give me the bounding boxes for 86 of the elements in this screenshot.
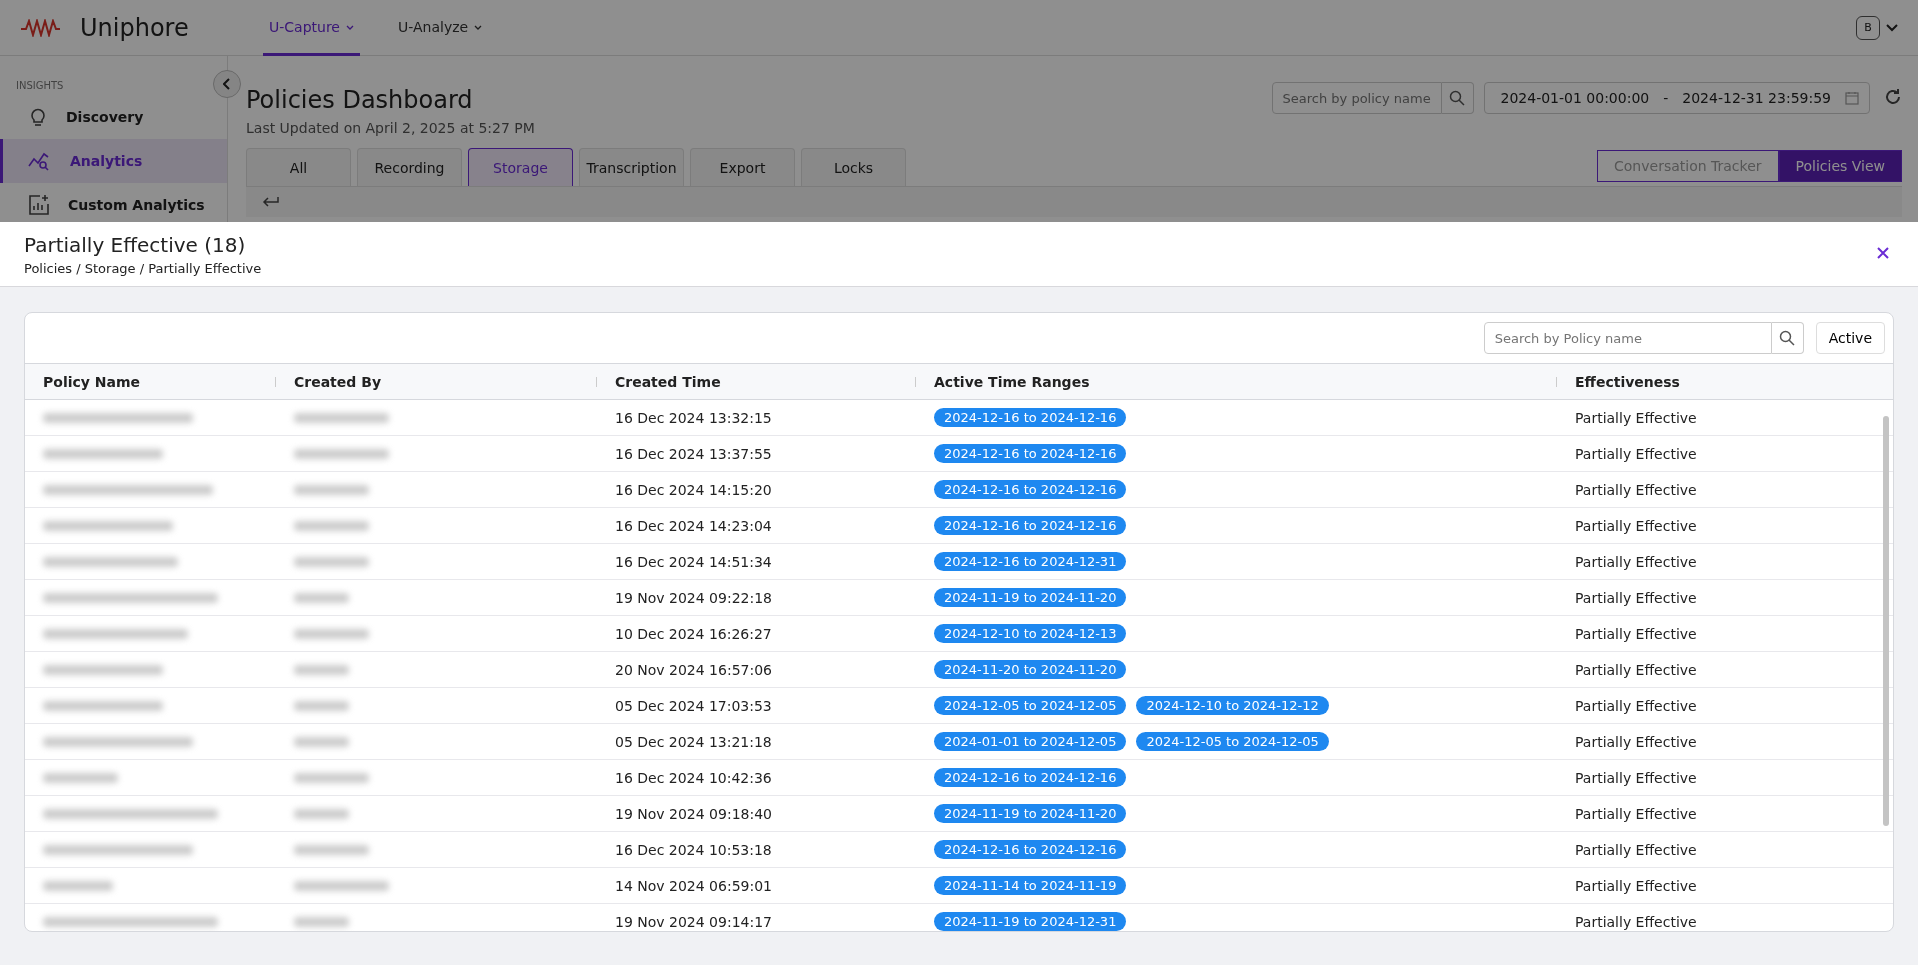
date-range-chip: 2024-12-16 to 2024-12-31	[934, 552, 1127, 571]
blurred-text	[294, 808, 349, 819]
category-tab[interactable]: Locks	[801, 148, 906, 186]
date-range-chip: 2024-12-16 to 2024-12-16	[934, 768, 1127, 787]
brand-name: Uniphore	[80, 13, 189, 42]
search-button[interactable]	[1771, 322, 1804, 354]
chevron-down-icon	[345, 24, 354, 30]
search-field[interactable]: Search by Policy name	[1483, 322, 1772, 354]
chevron-left-icon	[223, 78, 231, 90]
category-tab[interactable]: Export	[690, 148, 795, 186]
table-cell: 16 Dec 2024 14:51:34	[597, 544, 916, 580]
chart-plus-icon	[28, 194, 50, 216]
table-cell: 16 Dec 2024 13:32:15	[597, 400, 916, 436]
category-tab[interactable]: Storage	[468, 148, 573, 186]
table-cell: 05 Dec 2024 17:03:53	[597, 688, 916, 724]
date-range-chip: 2024-01-01 to 2024-12-05	[934, 732, 1127, 751]
table-cell: 16 Dec 2024 14:15:20	[597, 472, 916, 508]
date-range-chip: 2024-12-16 to 2024-12-16	[934, 408, 1127, 427]
date-range-chip: 2024-11-20 to 2024-11-20	[934, 660, 1127, 679]
column-header[interactable]: Active Time Ranges	[916, 364, 1557, 400]
table-cell: 19 Nov 2024 09:22:18	[597, 580, 916, 616]
breadcrumb: Policies / Storage / Partially Effective	[24, 260, 262, 276]
table-cell: Partially Effective	[1557, 868, 1893, 904]
sidebar-item[interactable]: Custom Analytics	[0, 183, 227, 222]
blurred-text	[294, 916, 349, 927]
table-cell: 19 Nov 2024 09:18:40	[597, 796, 916, 832]
table-cell: 19 Nov 2024 09:14:17	[597, 904, 916, 931]
category-tab[interactable]: Recording	[357, 148, 462, 186]
column-header[interactable]: Effectiveness	[1557, 364, 1893, 400]
date-range-chip: 2024-12-05 to 2024-12-05	[1136, 732, 1329, 751]
blurred-text	[294, 664, 349, 675]
blurred-text	[294, 700, 349, 711]
table-cell: 16 Dec 2024 10:53:18	[597, 832, 916, 868]
column-header[interactable]: Created Time	[597, 364, 916, 400]
modal-title: Partially Effective (18)	[24, 232, 247, 257]
blurred-text	[43, 880, 113, 891]
column-header[interactable]: Created By	[276, 364, 597, 400]
date-range-chip: 2024-12-16 to 2024-12-16	[934, 840, 1127, 859]
date-range-chip: 2024-11-14 to 2024-11-19	[934, 876, 1127, 895]
search-field[interactable]: Search by policy name	[1271, 82, 1442, 114]
table-cell: 16 Dec 2024 10:42:36	[597, 760, 916, 796]
refresh-icon[interactable]	[1884, 88, 1902, 106]
search-button[interactable]	[1441, 82, 1474, 114]
category-tab[interactable]: All	[246, 148, 351, 186]
date-range-chip: 2024-12-05 to 2024-12-05	[934, 696, 1127, 715]
return-icon[interactable]	[262, 196, 280, 208]
table-cell: 20 Nov 2024 16:57:06	[597, 652, 916, 688]
sidebar-item[interactable]: Discovery	[0, 95, 227, 139]
search-icon	[1779, 330, 1796, 346]
nav-tab[interactable]: U-Capture	[263, 0, 360, 56]
active-button[interactable]: Active	[1815, 322, 1885, 354]
category-tab[interactable]: Transcription	[579, 148, 684, 186]
date-range-field[interactable]: 2024-01-01 00:00:00 - 2024-12-31 23:59:59	[1483, 82, 1870, 114]
date-range-chip: 2024-12-16 to 2024-12-16	[934, 516, 1127, 535]
table-cell: 10 Dec 2024 16:26:27	[597, 616, 916, 652]
page-title: Policies Dashboard	[246, 86, 474, 114]
last-updated-text: Last Updated on April 2, 2025 at 5:27 PM	[246, 120, 535, 136]
calendar-icon	[1845, 91, 1859, 105]
date-range-chip: 2024-12-10 to 2024-12-13	[934, 624, 1127, 643]
chevron-down-icon	[474, 24, 483, 30]
view-toggle[interactable]: Policies View	[1778, 150, 1902, 182]
table-cell: Partially Effective	[1557, 832, 1893, 868]
blurred-text	[294, 736, 349, 747]
date-range-chip: 2024-12-10 to 2024-12-12	[1136, 696, 1329, 715]
sidebar-item[interactable]: Analytics	[0, 139, 227, 183]
search-icon	[1449, 90, 1466, 106]
collapse-button[interactable]	[213, 70, 241, 98]
table-cell: 16 Dec 2024 13:37:55	[597, 436, 916, 472]
date-range-chip: 2024-11-19 to 2024-11-20	[934, 804, 1127, 823]
table-cell: 14 Nov 2024 06:59:01	[597, 868, 916, 904]
lightbulb-icon	[28, 106, 48, 128]
table-cell: 16 Dec 2024 14:23:04	[597, 508, 916, 544]
section-label: INSIGHTS	[15, 80, 65, 91]
table-cell: Partially Effective	[1557, 904, 1893, 931]
column-header[interactable]: Policy Name	[25, 364, 276, 400]
close-icon	[1876, 245, 1890, 260]
date-range-chip: 2024-11-19 to 2024-12-31	[934, 912, 1127, 931]
user-avatar[interactable]: B	[1856, 15, 1880, 40]
nav-tab[interactable]: U-Analyze	[391, 0, 489, 56]
date-range-chip: 2024-12-16 to 2024-12-16	[934, 444, 1127, 463]
table-cell: 05 Dec 2024 13:21:18	[597, 724, 916, 760]
blurred-text	[294, 592, 349, 603]
scrollbar[interactable]	[1883, 416, 1889, 826]
chevron-down-icon[interactable]	[1886, 23, 1898, 32]
date-range-chip: 2024-12-16 to 2024-12-16	[934, 480, 1127, 499]
date-range-chip: 2024-11-19 to 2024-11-20	[934, 588, 1127, 607]
